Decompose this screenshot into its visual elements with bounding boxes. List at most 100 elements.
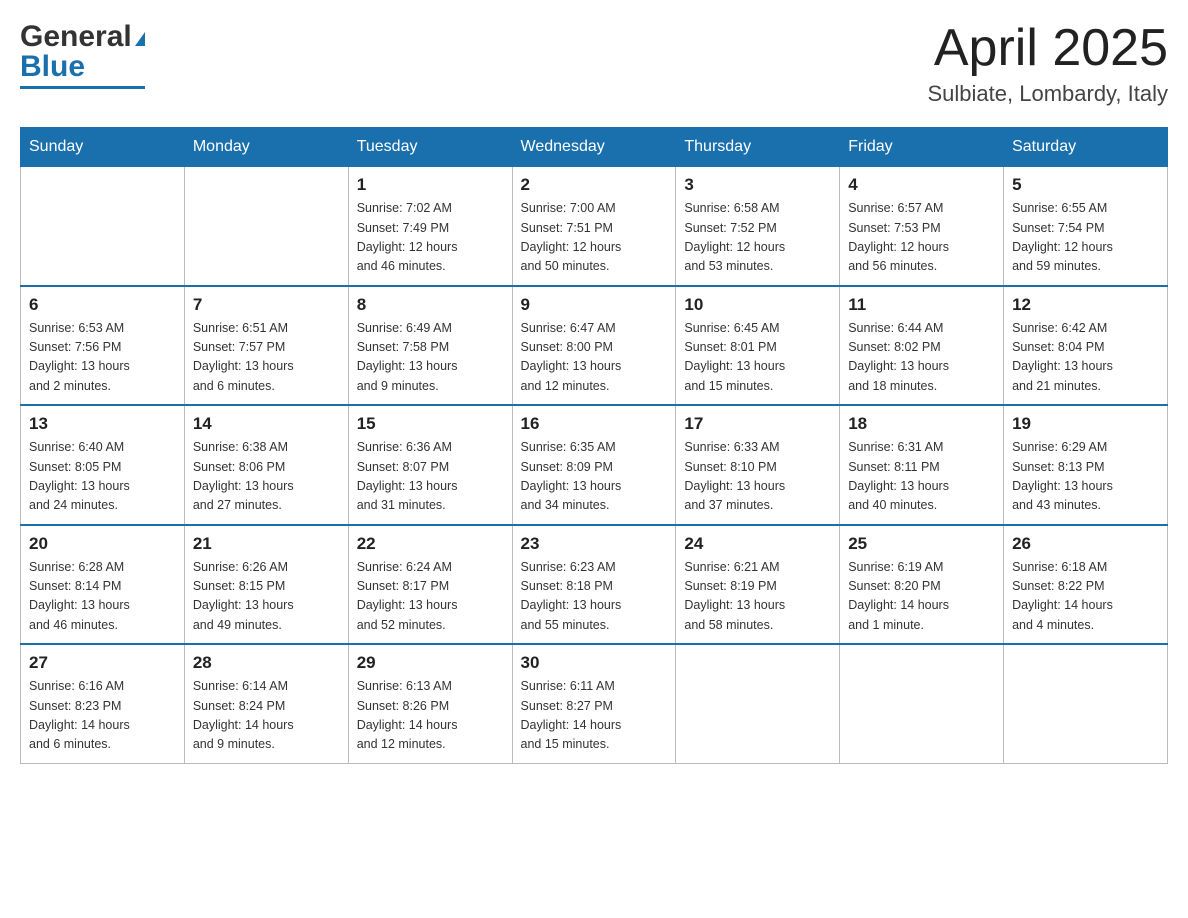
day-info: Sunrise: 6:55 AMSunset: 7:54 PMDaylight:… [1012, 199, 1159, 277]
weekday-header: Thursday [676, 128, 840, 167]
day-number: 24 [684, 534, 831, 554]
calendar-header-row: SundayMondayTuesdayWednesdayThursdayFrid… [21, 128, 1168, 167]
calendar-day-cell: 10Sunrise: 6:45 AMSunset: 8:01 PMDayligh… [676, 286, 840, 406]
day-info: Sunrise: 6:47 AMSunset: 8:00 PMDaylight:… [521, 319, 668, 397]
calendar-day-cell: 22 Sunrise: 6:24 AMSunset: 8:17 PMDayligh… [348, 525, 512, 645]
day-info: Sunrise: 6:18 AMSunset: 8:22 PMDaylight:… [1012, 558, 1159, 636]
weekday-header: Wednesday [512, 128, 676, 167]
calendar-week-row: 27 Sunrise: 6:16 AMSunset: 8:23 PMDayligh… [21, 644, 1168, 763]
calendar-day-cell: 14 Sunrise: 6:38 AMSunset: 8:06 PMDayligh… [184, 405, 348, 525]
day-info: Sunrise: 6:49 AMSunset: 7:58 PMDaylight:… [357, 319, 504, 397]
day-number: 19 [1012, 414, 1159, 434]
day-info: Sunrise: 6:24 AMSunset: 8:17 PMDaylight:… [357, 558, 504, 636]
calendar-day-cell: 27 Sunrise: 6:16 AMSunset: 8:23 PMDayligh… [21, 644, 185, 763]
day-number: 15 [357, 414, 504, 434]
day-number: 5 [1012, 175, 1159, 195]
logo-underline [20, 86, 145, 89]
day-number: 2 [521, 175, 668, 195]
day-number: 3 [684, 175, 831, 195]
day-info: Sunrise: 6:16 AMSunset: 8:23 PMDaylight:… [29, 677, 176, 755]
title-section: April 2025 Sulbiate, Lombardy, Italy [928, 20, 1169, 107]
day-info: Sunrise: 6:23 AMSunset: 8:18 PMDaylight:… [521, 558, 668, 636]
calendar-day-cell: 2 Sunrise: 7:00 AMSunset: 7:51 PMDaylight… [512, 167, 676, 286]
calendar-day-cell [840, 644, 1004, 763]
calendar-day-cell: 20Sunrise: 6:28 AMSunset: 8:14 PMDayligh… [21, 525, 185, 645]
calendar-day-cell: 1Sunrise: 7:02 AMSunset: 7:49 PMDaylight… [348, 167, 512, 286]
day-number: 28 [193, 653, 340, 673]
logo: General Blue [20, 20, 145, 89]
weekday-header: Friday [840, 128, 1004, 167]
calendar-day-cell: 19 Sunrise: 6:29 AMSunset: 8:13 PMDayligh… [1004, 405, 1168, 525]
logo-general-text: General [20, 20, 132, 54]
calendar-day-cell: 16 Sunrise: 6:35 AMSunset: 8:09 PMDayligh… [512, 405, 676, 525]
day-number: 13 [29, 414, 176, 434]
day-number: 9 [521, 295, 668, 315]
day-info: Sunrise: 7:00 AMSunset: 7:51 PMDaylight:… [521, 199, 668, 277]
calendar-week-row: 6Sunrise: 6:53 AMSunset: 7:56 PMDaylight… [21, 286, 1168, 406]
day-info: Sunrise: 6:44 AMSunset: 8:02 PMDaylight:… [848, 319, 995, 397]
weekday-header: Sunday [21, 128, 185, 167]
weekday-header: Monday [184, 128, 348, 167]
calendar-day-cell: 28 Sunrise: 6:14 AMSunset: 8:24 PMDayligh… [184, 644, 348, 763]
day-number: 1 [357, 175, 504, 195]
day-info: Sunrise: 6:51 AMSunset: 7:57 PMDaylight:… [193, 319, 340, 397]
calendar-table: SundayMondayTuesdayWednesdayThursdayFrid… [20, 127, 1168, 764]
calendar-day-cell: 6Sunrise: 6:53 AMSunset: 7:56 PMDaylight… [21, 286, 185, 406]
calendar-day-cell: 15 Sunrise: 6:36 AMSunset: 8:07 PMDayligh… [348, 405, 512, 525]
location-text: Sulbiate, Lombardy, Italy [928, 81, 1169, 107]
day-info: Sunrise: 6:45 AMSunset: 8:01 PMDaylight:… [684, 319, 831, 397]
day-info: Sunrise: 6:36 AMSunset: 8:07 PMDaylight:… [357, 438, 504, 516]
day-number: 16 [521, 414, 668, 434]
day-number: 14 [193, 414, 340, 434]
calendar-day-cell: 13Sunrise: 6:40 AMSunset: 8:05 PMDayligh… [21, 405, 185, 525]
calendar-day-cell: 21 Sunrise: 6:26 AMSunset: 8:15 PMDayligh… [184, 525, 348, 645]
calendar-day-cell: 7 Sunrise: 6:51 AMSunset: 7:57 PMDaylight… [184, 286, 348, 406]
day-number: 18 [848, 414, 995, 434]
day-number: 4 [848, 175, 995, 195]
day-info: Sunrise: 6:19 AMSunset: 8:20 PMDaylight:… [848, 558, 995, 636]
calendar-day-cell: 29 Sunrise: 6:13 AMSunset: 8:26 PMDayligh… [348, 644, 512, 763]
day-number: 8 [357, 295, 504, 315]
day-info: Sunrise: 6:58 AMSunset: 7:52 PMDaylight:… [684, 199, 831, 277]
day-number: 12 [1012, 295, 1159, 315]
calendar-day-cell: 12Sunrise: 6:42 AMSunset: 8:04 PMDayligh… [1004, 286, 1168, 406]
calendar-week-row: 20Sunrise: 6:28 AMSunset: 8:14 PMDayligh… [21, 525, 1168, 645]
day-number: 20 [29, 534, 176, 554]
day-info: Sunrise: 6:38 AMSunset: 8:06 PMDaylight:… [193, 438, 340, 516]
calendar-day-cell: 5 Sunrise: 6:55 AMSunset: 7:54 PMDaylight… [1004, 167, 1168, 286]
calendar-day-cell [21, 167, 185, 286]
day-info: Sunrise: 6:57 AMSunset: 7:53 PMDaylight:… [848, 199, 995, 277]
day-number: 26 [1012, 534, 1159, 554]
day-info: Sunrise: 6:14 AMSunset: 8:24 PMDaylight:… [193, 677, 340, 755]
calendar-week-row: 1Sunrise: 7:02 AMSunset: 7:49 PMDaylight… [21, 167, 1168, 286]
day-info: Sunrise: 6:53 AMSunset: 7:56 PMDaylight:… [29, 319, 176, 397]
calendar-day-cell [184, 167, 348, 286]
day-number: 27 [29, 653, 176, 673]
calendar-day-cell: 25 Sunrise: 6:19 AMSunset: 8:20 PMDayligh… [840, 525, 1004, 645]
day-number: 29 [357, 653, 504, 673]
day-number: 22 [357, 534, 504, 554]
logo-blue-text: Blue [20, 50, 85, 84]
day-number: 11 [848, 295, 995, 315]
calendar-day-cell: 26 Sunrise: 6:18 AMSunset: 8:22 PMDayligh… [1004, 525, 1168, 645]
month-title: April 2025 [928, 20, 1169, 77]
logo-triangle-icon [135, 32, 145, 46]
day-number: 17 [684, 414, 831, 434]
calendar-day-cell: 9 Sunrise: 6:47 AMSunset: 8:00 PMDaylight… [512, 286, 676, 406]
day-number: 25 [848, 534, 995, 554]
day-number: 21 [193, 534, 340, 554]
day-number: 7 [193, 295, 340, 315]
calendar-day-cell: 11 Sunrise: 6:44 AMSunset: 8:02 PMDayligh… [840, 286, 1004, 406]
day-info: Sunrise: 6:13 AMSunset: 8:26 PMDaylight:… [357, 677, 504, 755]
calendar-day-cell [1004, 644, 1168, 763]
calendar-day-cell: 30Sunrise: 6:11 AMSunset: 8:27 PMDayligh… [512, 644, 676, 763]
day-info: Sunrise: 6:26 AMSunset: 8:15 PMDaylight:… [193, 558, 340, 636]
calendar-day-cell: 4 Sunrise: 6:57 AMSunset: 7:53 PMDaylight… [840, 167, 1004, 286]
day-info: Sunrise: 6:29 AMSunset: 8:13 PMDaylight:… [1012, 438, 1159, 516]
day-info: Sunrise: 6:31 AMSunset: 8:11 PMDaylight:… [848, 438, 995, 516]
weekday-header: Saturday [1004, 128, 1168, 167]
page-header: General Blue April 2025 Sulbiate, Lombar… [20, 20, 1168, 107]
day-number: 23 [521, 534, 668, 554]
day-info: Sunrise: 6:35 AMSunset: 8:09 PMDaylight:… [521, 438, 668, 516]
calendar-week-row: 13Sunrise: 6:40 AMSunset: 8:05 PMDayligh… [21, 405, 1168, 525]
